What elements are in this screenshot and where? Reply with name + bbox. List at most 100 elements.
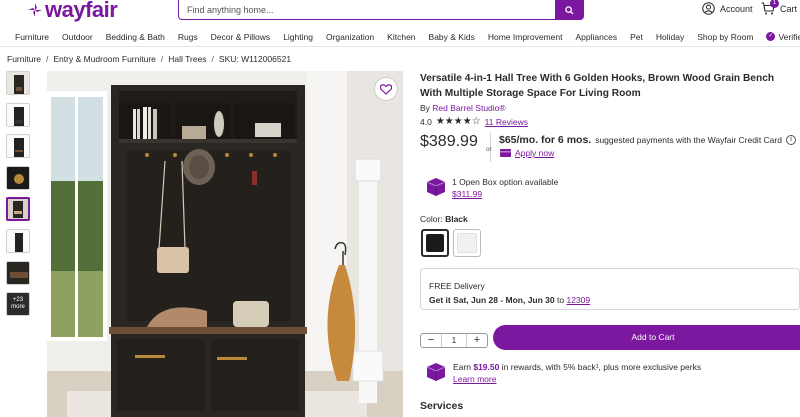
nav-item-outdoor[interactable]: Outdoor <box>62 32 93 42</box>
finance-amount: $65/mo. for 6 mos. <box>499 134 592 146</box>
rewards-offer: Earn $19.50 in rewards, with 5% back¹, p… <box>425 361 701 385</box>
verified-label: Verified <box>778 31 800 42</box>
open-box-text: 1 Open Box option available <box>452 177 559 187</box>
swatch-image <box>457 233 477 253</box>
rating-value: 4.0 <box>420 117 432 127</box>
star-filled-icon: ★ <box>435 116 445 127</box>
account-label: Account <box>720 3 753 14</box>
nav-item-decor-pillows[interactable]: Decor & Pillows <box>211 32 271 42</box>
color-swatch-black[interactable] <box>421 229 449 257</box>
cart-button[interactable]: 1 Cart <box>761 0 797 15</box>
thumbnail-image <box>8 199 28 220</box>
reviews-link[interactable]: 11 Reviews <box>485 117 528 127</box>
nav-item-verified[interactable]: ✓ Verified <box>766 32 800 42</box>
or-text: or <box>486 146 492 153</box>
nav-item-kitchen[interactable]: Kitchen <box>387 32 415 42</box>
info-icon[interactable]: i <box>785 135 796 145</box>
category-nav: Furniture Outdoor Bedding & Bath Rugs De… <box>0 27 800 47</box>
thumbnail-image <box>7 166 29 189</box>
rewards-text: in rewards, with 5% back¹, plus more exc… <box>501 362 702 372</box>
nav-item-lighting[interactable]: Lighting <box>283 32 313 42</box>
add-to-cart-button[interactable]: Add to Cart <box>493 325 800 350</box>
breadcrumb-item-hall-trees[interactable]: Hall Trees <box>168 54 206 64</box>
nav-item-pet[interactable]: Pet <box>630 32 643 42</box>
rewards-amount: $19.50 <box>473 362 500 372</box>
breadcrumb-item-entry-mudroom[interactable]: Entry & Mudroom Furniture <box>53 54 156 64</box>
breadcrumb-item-furniture[interactable]: Furniture <box>7 54 41 64</box>
breadcrumb: Furniture / Entry & Mudroom Furniture / Hall… <box>7 54 291 64</box>
hall-tree-photo <box>47 71 403 417</box>
services-heading: Services <box>420 400 464 412</box>
thumbnail-4[interactable] <box>6 165 30 190</box>
thumbnail-1[interactable] <box>6 71 30 95</box>
credit-card-icon <box>500 149 511 157</box>
thumbnail-6[interactable] <box>6 228 30 253</box>
open-box-icon <box>426 178 446 196</box>
nav-item-rugs[interactable]: Rugs <box>178 32 198 42</box>
delivery-to: to <box>557 295 565 305</box>
thumbnail-image <box>7 229 29 252</box>
logo-text: wayfair <box>45 0 118 22</box>
color-label-prefix: Color: <box>420 214 443 224</box>
rewards-text-row: Earn $19.50 in rewards, with 5% back¹, p… <box>453 361 701 373</box>
nav-item-holiday[interactable]: Holiday <box>656 32 684 42</box>
financing-offer: $65/mo. for 6 mos. suggested payments wi… <box>499 134 796 146</box>
brand-byline: By Red Barrel Studio® <box>420 103 506 113</box>
account-icon <box>702 2 715 15</box>
search-bar <box>178 0 584 20</box>
breadcrumb-separator: / <box>211 54 214 64</box>
search-button[interactable] <box>555 0 583 20</box>
breadcrumb-separator: / <box>46 54 49 64</box>
star-filled-icon: ★ <box>462 116 472 127</box>
nav-item-organization[interactable]: Organization <box>326 32 374 42</box>
account-button[interactable]: Account <box>702 2 753 15</box>
thumbnail-image <box>7 135 29 158</box>
color-swatch-white[interactable] <box>453 229 481 257</box>
product-price: $389.99 <box>420 133 478 150</box>
increase-quantity-button[interactable]: + <box>467 334 487 347</box>
thumbnail-7[interactable] <box>6 260 30 285</box>
nav-item-home-improvement[interactable]: Home Improvement <box>488 32 563 42</box>
learn-more-link[interactable]: Learn more <box>453 374 496 384</box>
finance-text: suggested payments with the Wayfair Cred… <box>595 135 782 145</box>
nav-item-bedding-bath[interactable]: Bedding & Bath <box>106 32 165 42</box>
wayfair-logo[interactable]: wayfair <box>28 0 118 23</box>
thumbnail-image <box>7 261 29 284</box>
thumbnail-list: +23 more <box>6 71 32 324</box>
apply-now-row: Apply now <box>500 148 554 158</box>
color-label: Color: Black <box>420 214 468 224</box>
delivery-box: FREE Delivery Get it Sat, Jun 28 - Mon, … <box>420 268 800 310</box>
thumbnail-5-selected[interactable] <box>6 197 30 222</box>
zip-link[interactable]: 12309 <box>566 295 590 305</box>
search-input[interactable] <box>179 0 555 19</box>
brand-link[interactable]: Red Barrel Studio® <box>432 103 505 113</box>
thumbnail-more[interactable]: +23 more <box>6 292 30 317</box>
open-box-offer: 1 Open Box option available $311.99 <box>425 176 558 200</box>
swatch-image <box>426 234 444 252</box>
wayfair-pinwheel-icon <box>28 3 42 17</box>
sku-label: SKU: W112006521 <box>218 54 292 64</box>
color-value: Black <box>445 214 468 224</box>
verified-check-icon: ✓ <box>766 32 776 41</box>
nav-item-appliances[interactable]: Appliances <box>575 32 617 42</box>
by-prefix: By <box>420 103 430 113</box>
quantity-value[interactable]: 1 <box>441 334 467 347</box>
rewards-box-icon <box>426 363 446 381</box>
favorite-button[interactable] <box>374 77 398 101</box>
heart-icon <box>380 83 392 95</box>
nav-item-baby-kids[interactable]: Baby & Kids <box>429 32 475 42</box>
breadcrumb-separator: / <box>160 54 164 64</box>
decrease-quantity-button[interactable]: − <box>421 334 441 347</box>
nav-item-shop-by-room[interactable]: Shop by Room <box>697 32 753 42</box>
apply-now-link[interactable]: Apply now <box>515 148 554 158</box>
thumbnail-2[interactable] <box>6 102 30 127</box>
star-filled-icon: ★ <box>444 116 454 127</box>
thumbnail-3[interactable] <box>6 134 30 159</box>
open-box-price-link[interactable]: $311.99 <box>452 189 482 199</box>
thumbnail-image <box>7 72 29 94</box>
main-product-image[interactable] <box>47 71 403 417</box>
nav-item-furniture[interactable]: Furniture <box>15 32 49 42</box>
star-filled-icon: ★ <box>453 116 463 127</box>
cart-count-badge: 1 <box>770 0 779 8</box>
quantity-stepper: − 1 + <box>420 333 488 348</box>
